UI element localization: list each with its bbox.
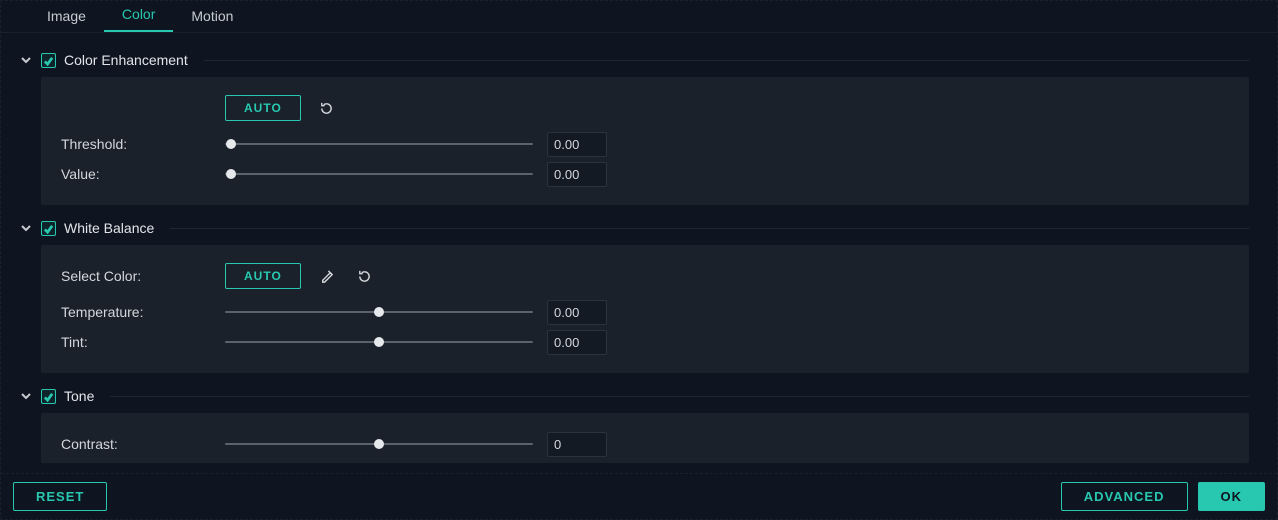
tabs: Image Color Motion [1, 1, 1277, 33]
checkbox-tone[interactable] [41, 389, 56, 404]
tab-color[interactable]: Color [104, 0, 173, 32]
auto-button-white-balance[interactable]: AUTO [225, 263, 301, 289]
chevron-down-icon[interactable] [19, 389, 33, 403]
threshold-slider[interactable] [225, 137, 533, 151]
checkbox-color-enhancement[interactable] [41, 53, 56, 68]
contrast-slider[interactable] [225, 437, 533, 451]
divider [204, 60, 1249, 61]
tab-motion[interactable]: Motion [173, 2, 251, 32]
reset-button[interactable]: RESET [13, 482, 107, 511]
slider-thumb[interactable] [374, 337, 384, 347]
temperature-slider[interactable] [225, 305, 533, 319]
reset-icon[interactable] [315, 96, 339, 120]
section-white-balance: White Balance Select Color: AUTO [11, 211, 1249, 373]
checkbox-white-balance[interactable] [41, 221, 56, 236]
temperature-value[interactable] [547, 300, 607, 325]
footer: RESET ADVANCED OK [1, 473, 1277, 519]
value-slider[interactable] [225, 167, 533, 181]
contrast-value[interactable] [547, 432, 607, 457]
select-color-label: Select Color: [61, 268, 211, 284]
divider [170, 228, 1249, 229]
value-label: Value: [61, 166, 211, 182]
chevron-down-icon[interactable] [19, 53, 33, 67]
divider [110, 396, 1249, 397]
slider-thumb[interactable] [374, 439, 384, 449]
contrast-label: Contrast: [61, 436, 211, 452]
value-value[interactable] [547, 162, 607, 187]
slider-thumb[interactable] [226, 169, 236, 179]
threshold-label: Threshold: [61, 136, 211, 152]
section-color-enhancement: Color Enhancement AUTO Threshold: [11, 43, 1249, 205]
reset-icon[interactable] [353, 264, 377, 288]
chevron-down-icon[interactable] [19, 221, 33, 235]
section-title: White Balance [64, 220, 154, 236]
tint-slider[interactable] [225, 335, 533, 349]
threshold-value[interactable] [547, 132, 607, 157]
advanced-button[interactable]: ADVANCED [1061, 482, 1188, 511]
tab-image[interactable]: Image [29, 2, 104, 32]
content-scroll[interactable]: Color Enhancement AUTO Threshold: [1, 33, 1277, 473]
tint-value[interactable] [547, 330, 607, 355]
tint-label: Tint: [61, 334, 211, 350]
section-tone: Tone Contrast: [11, 379, 1249, 463]
slider-thumb[interactable] [226, 139, 236, 149]
ok-button[interactable]: OK [1198, 482, 1266, 511]
section-title: Color Enhancement [64, 52, 188, 68]
section-title: Tone [64, 388, 94, 404]
temperature-label: Temperature: [61, 304, 211, 320]
slider-thumb[interactable] [374, 307, 384, 317]
eyedropper-icon[interactable] [315, 264, 339, 288]
auto-button-color-enhancement[interactable]: AUTO [225, 95, 301, 121]
